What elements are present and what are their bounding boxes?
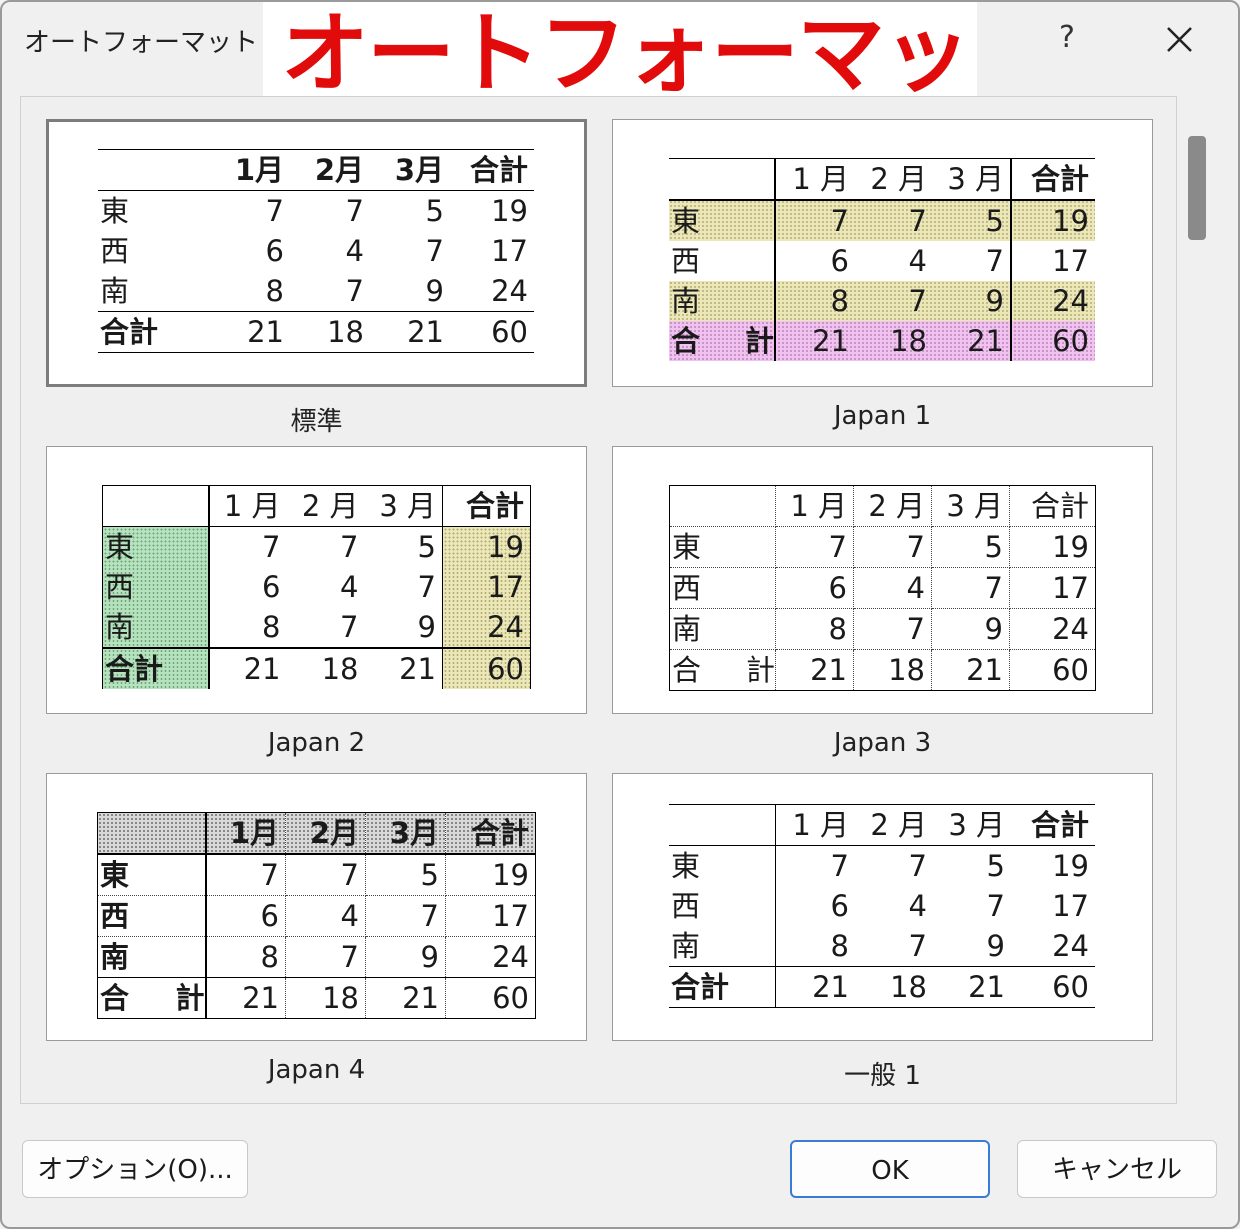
format-caption: 一般 1: [844, 1061, 921, 1091]
close-icon: [1167, 27, 1192, 52]
sample-table-general1: 1 月2 月3 月合計 東 7 7 5 19 西 6 4 7 17 南 8 7 9 24 合計 21 18 2…: [669, 804, 1095, 1008]
sample-table-japan2: 1 月2 月3 月合計 東 7 7 5 19 西 6 4 7 17 南 8 7 9 24 合計 21 18 2…: [102, 485, 531, 689]
format-preview-general1[interactable]: 1 月2 月3 月合計 東 7 7 5 19 西 6 4 7 17 南 8 7 9 24 合計 21 18 2…: [612, 773, 1153, 1041]
format-preview-japan3[interactable]: 1 月2 月3 月合計 東 7 7 5 19 西 6 4 7 17 南 8 7 9 24 合計 21 18 2…: [612, 446, 1153, 714]
format-gallery[interactable]: 1月 2月 3月 合計 東 7 7 5 19 西 6 4 7 17 南 8 7 9 24 合計 21 18 21 60…: [20, 96, 1177, 1104]
autoformat-dialog: オートフォーマット オートフォーマット ? 1月2月3月合計 東77519 西6…: [0, 0, 1240, 1229]
help-button[interactable]: ?: [1050, 20, 1084, 60]
sample-table-japan4: 1月 2月 3月 合計 東 7 7 5 19 西 6 4 7 17 南 8 7 9 24 合計 21 18 21 60: [97, 812, 536, 1019]
sample-table-japan1: 1 月2 月3 月合計 東 7 7 5 19 西 6 4 7 17 南 8 7 9 24 合計 21 18 2…: [669, 158, 1095, 361]
close-button[interactable]: [1154, 16, 1204, 64]
format-caption: Japan 4: [267, 1055, 366, 1085]
format-caption: 標準: [290, 407, 343, 437]
cancel-button[interactable]: キャンセル: [1017, 1140, 1217, 1198]
format-caption: Japan 1: [833, 401, 932, 431]
format-preview-japan1[interactable]: 1 月2 月3 月合計 東 7 7 5 19 西 6 4 7 17 南 8 7 9 24 合計 21 18 2…: [612, 119, 1153, 387]
format-caption: Japan 2: [267, 728, 366, 758]
window-title: オートフォーマット: [24, 28, 259, 58]
options-button[interactable]: オプション(O)...: [22, 1140, 248, 1198]
title-bar: オートフォーマット オートフォーマット ?: [2, 2, 1238, 114]
sample-table-japan3: 1 月2 月3 月合計 東 7 7 5 19 西 6 4 7 17 南 8 7 9 24 合計 21 18 2…: [669, 485, 1096, 691]
format-preview-standard[interactable]: 1月 2月 3月 合計 東 7 7 5 19 西 6 4 7 17 南 8 7 9 24 合計 21 18 21 60: [46, 119, 587, 387]
ok-button[interactable]: OK: [790, 1140, 990, 1198]
format-preview-japan2[interactable]: 1 月2 月3 月合計 東 7 7 5 19 西 6 4 7 17 南 8 7 9 24 合計 21 18 2…: [46, 446, 587, 714]
format-caption: Japan 3: [833, 728, 932, 758]
scrollbar-thumb[interactable]: [1188, 136, 1206, 240]
gallery-scrollbar[interactable]: [1178, 96, 1218, 1102]
format-preview-japan4[interactable]: 1月 2月 3月 合計 東 7 7 5 19 西 6 4 7 17 南 8 7 9 24 合計 21 18 21 60: [46, 773, 587, 1041]
sample-table-standard: 1月 2月 3月 合計 東 7 7 5 19 西 6 4 7 17 南 8 7 9 24 合計 21 18 21 60: [98, 149, 534, 353]
